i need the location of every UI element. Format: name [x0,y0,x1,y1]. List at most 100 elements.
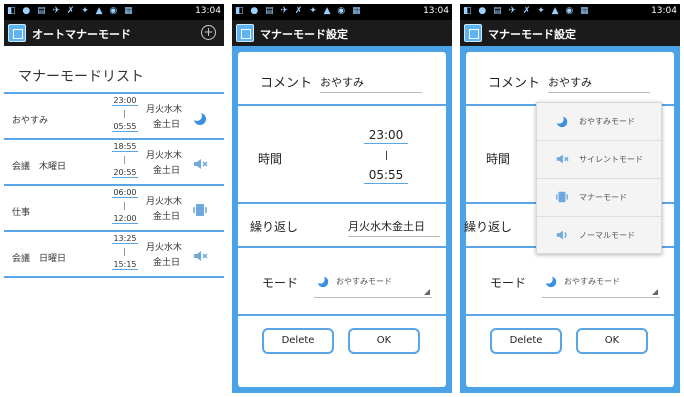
notification-icons: ◧ ● ▤ ✈ ✗ ✦ ▲ ◉ ▦ [7,6,135,16]
start-time: 06:00 [112,188,138,198]
comment-field[interactable]: おやすみ [548,74,650,93]
days-line2: 金土日 [153,120,181,130]
list-item[interactable]: 仕事 06:00 12:00 月火水木 金土日 [4,188,224,230]
list-screen: ◧ ● ▤ ✈ ✗ ✦ ▲ ◉ ▦ 13:04 オートマナーモード + マナーモ… [4,4,224,393]
plus-circle-icon[interactable]: + [201,25,216,40]
dropdown-arrow-icon [424,289,430,295]
divider [4,230,224,232]
status-time: 13:04 [651,6,677,16]
start-time-field[interactable]: 23:00 [364,128,408,144]
end-time: 20:55 [112,168,138,178]
comment-field[interactable]: おやすみ [320,74,422,93]
app-icon [8,24,26,42]
moon-icon [555,114,568,128]
option-label: ノーマルモード [579,231,635,240]
status-time: 13:04 [423,6,449,16]
days-line1: 月火水木 [146,197,183,207]
mode-dropdown-menu: おやすみモード サイレントモード マナーモード ノーマルモード [536,102,662,254]
divider [4,92,224,94]
status-time: 13:04 [195,6,221,16]
mode-option[interactable]: おやすみモード [537,103,661,141]
mode-option[interactable]: ノーマルモード [537,217,661,255]
repeat-label: 繰り返し [464,220,513,234]
mode-label: モード [262,276,299,290]
settings-screen-dropdown: ◧ ● ▤ ✈ ✗ ✦ ▲ ◉ ▦ 13:04 マナーモード設定 コメント おや… [460,4,680,393]
repeat-field[interactable]: 月火水木金土日 [348,218,440,237]
moon-icon [192,111,206,125]
moon-icon [544,274,557,288]
notification-icons: ◧ ● ▤ ✈ ✗ ✦ ▲ ◉ ▦ [463,6,591,16]
end-time: 15:15 [112,260,138,270]
comment-label: コメント [260,76,313,91]
list-header: マナーモードリスト [18,69,144,85]
status-bar: ◧ ● ▤ ✈ ✗ ✦ ▲ ◉ ▦ 13:04 [460,4,680,20]
mode-option[interactable]: サイレントモード [537,141,661,179]
comment-label: コメント [488,76,541,91]
divider [4,276,224,278]
time-label: 時間 [258,152,283,166]
end-time-field[interactable]: 05:55 [364,168,408,184]
item-name: 会議 木曜日 [12,162,67,172]
item-name: おやすみ [12,116,49,126]
mode-value: おやすみモード [564,277,620,286]
days-line2: 金土日 [153,258,181,268]
start-time: 23:00 [112,96,138,106]
action-bar: マナーモード設定 [460,20,680,46]
mode-label: モード [490,276,527,290]
dropdown-arrow-icon [652,289,658,295]
time-label: 時間 [486,152,511,166]
action-bar: オートマナーモード + [4,20,224,46]
divider [238,202,446,204]
delete-button[interactable]: Delete [490,328,562,354]
option-label: マナーモード [579,193,627,202]
status-bar: ◧ ● ▤ ✈ ✗ ✦ ▲ ◉ ▦ 13:04 [232,4,452,20]
status-bar: ◧ ● ▤ ✈ ✗ ✦ ▲ ◉ ▦ 13:04 [4,4,224,20]
divider [466,314,674,316]
speaker-mute-icon [556,154,569,164]
settings-screen: ◧ ● ▤ ✈ ✗ ✦ ▲ ◉ ▦ 13:04 マナーモード設定 コメント おや… [232,4,452,393]
divider [238,104,446,106]
screen-title: マナーモード設定 [488,28,576,41]
app-icon [236,24,254,42]
vibrate-icon [556,191,568,203]
divider [4,184,224,186]
mode-option[interactable]: マナーモード [537,179,661,217]
speaker-mute-icon [194,251,208,261]
delete-button[interactable]: Delete [262,328,334,354]
mode-select[interactable]: おやすみモード [542,268,660,298]
item-name: 会議 日曜日 [12,254,67,264]
end-time: 12:00 [112,214,138,224]
repeat-label: 繰り返し [250,220,299,234]
moon-icon [316,274,329,288]
ok-button[interactable]: OK [348,328,420,354]
list-item[interactable]: 会議 木曜日 18:55 20:55 月火水木 金土日 [4,142,224,184]
time-separator [124,248,125,256]
mode-value: おやすみモード [336,277,392,286]
app-icon [464,24,482,42]
list-item[interactable]: 会議 日曜日 13:25 15:15 月火水木 金土日 [4,234,224,276]
item-name: 仕事 [12,208,31,218]
vibrate-icon [193,204,207,216]
option-label: おやすみモード [579,117,635,126]
divider [238,246,446,248]
time-separator [124,202,125,210]
divider [4,138,224,140]
days-line1: 月火水木 [146,105,183,115]
list-item[interactable]: おやすみ 23:00 05:55 月火水木 金土日 [4,96,224,138]
action-bar: マナーモード設定 [232,20,452,46]
days-line2: 金土日 [153,166,181,176]
ok-button[interactable]: OK [576,328,648,354]
speaker-icon [556,230,567,240]
notification-icons: ◧ ● ▤ ✈ ✗ ✦ ▲ ◉ ▦ [235,6,363,16]
speaker-mute-icon [194,159,208,169]
divider [238,314,446,316]
screen-title: マナーモード設定 [260,28,348,41]
mode-select[interactable]: おやすみモード [314,268,432,298]
time-separator [386,151,387,160]
screen-title: オートマナーモード [32,28,131,41]
settings-card: コメント おやすみ 時間 23:00 05:55 繰り返し 月火水木金土日 モー… [238,52,446,387]
end-time: 05:55 [112,122,138,132]
days-line1: 月火水木 [146,243,183,253]
days-line2: 金土日 [153,212,181,222]
time-separator [124,110,125,118]
